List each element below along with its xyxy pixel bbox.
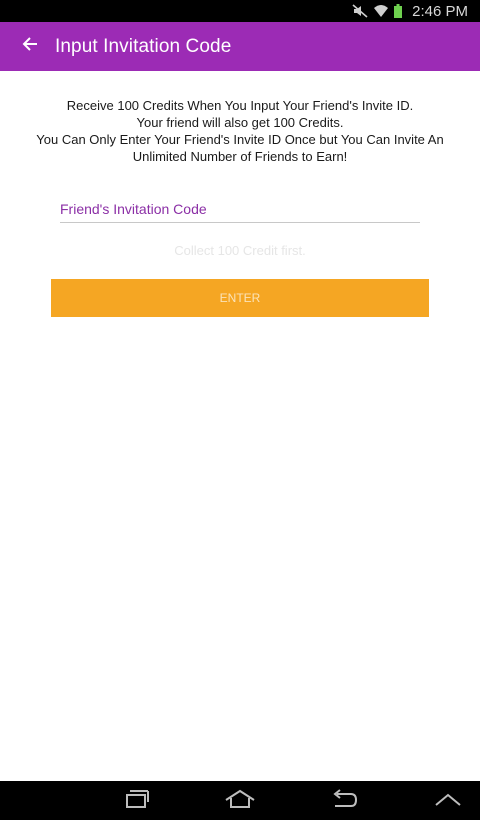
back-nav-button[interactable] <box>328 788 360 814</box>
invitation-code-input[interactable] <box>60 198 420 220</box>
hint-text: Collect 100 Credit first. <box>174 243 306 258</box>
mute-icon <box>352 4 368 18</box>
status-time: 2:46 PM <box>412 2 468 20</box>
screen: 2:46 PM Input Invitation Code Receive 10… <box>0 0 480 820</box>
invitation-code-field <box>60 198 420 223</box>
message-line: Your friend will also get 100 Credits. <box>136 115 344 130</box>
menu-up-button[interactable] <box>432 789 464 813</box>
home-icon <box>224 789 256 814</box>
status-bar: 2:46 PM <box>0 0 480 22</box>
message-line: Unlimited Number of Friends to Earn! <box>132 149 348 164</box>
battery-icon <box>394 4 403 18</box>
back-icon <box>329 788 359 814</box>
invite-message: Receive 100 Credits When You Input Your … <box>0 97 480 165</box>
home-button[interactable] <box>224 789 256 813</box>
nav-bar <box>0 781 480 820</box>
menu-up-icon <box>433 789 463 814</box>
wifi-icon <box>374 4 389 18</box>
arrow-left-icon <box>22 36 38 57</box>
message-line: Receive 100 Credits When You Input Your … <box>66 98 414 113</box>
page-title: Input Invitation Code <box>55 35 232 57</box>
message-line: You Can Only Enter Your Friend's Invite … <box>36 132 444 147</box>
recent-apps-button[interactable] <box>120 789 152 813</box>
enter-button[interactable]: ENTER <box>51 279 429 317</box>
app-bar: Input Invitation Code <box>0 22 480 71</box>
recent-apps-icon <box>121 789 151 814</box>
back-button[interactable] <box>18 35 42 59</box>
